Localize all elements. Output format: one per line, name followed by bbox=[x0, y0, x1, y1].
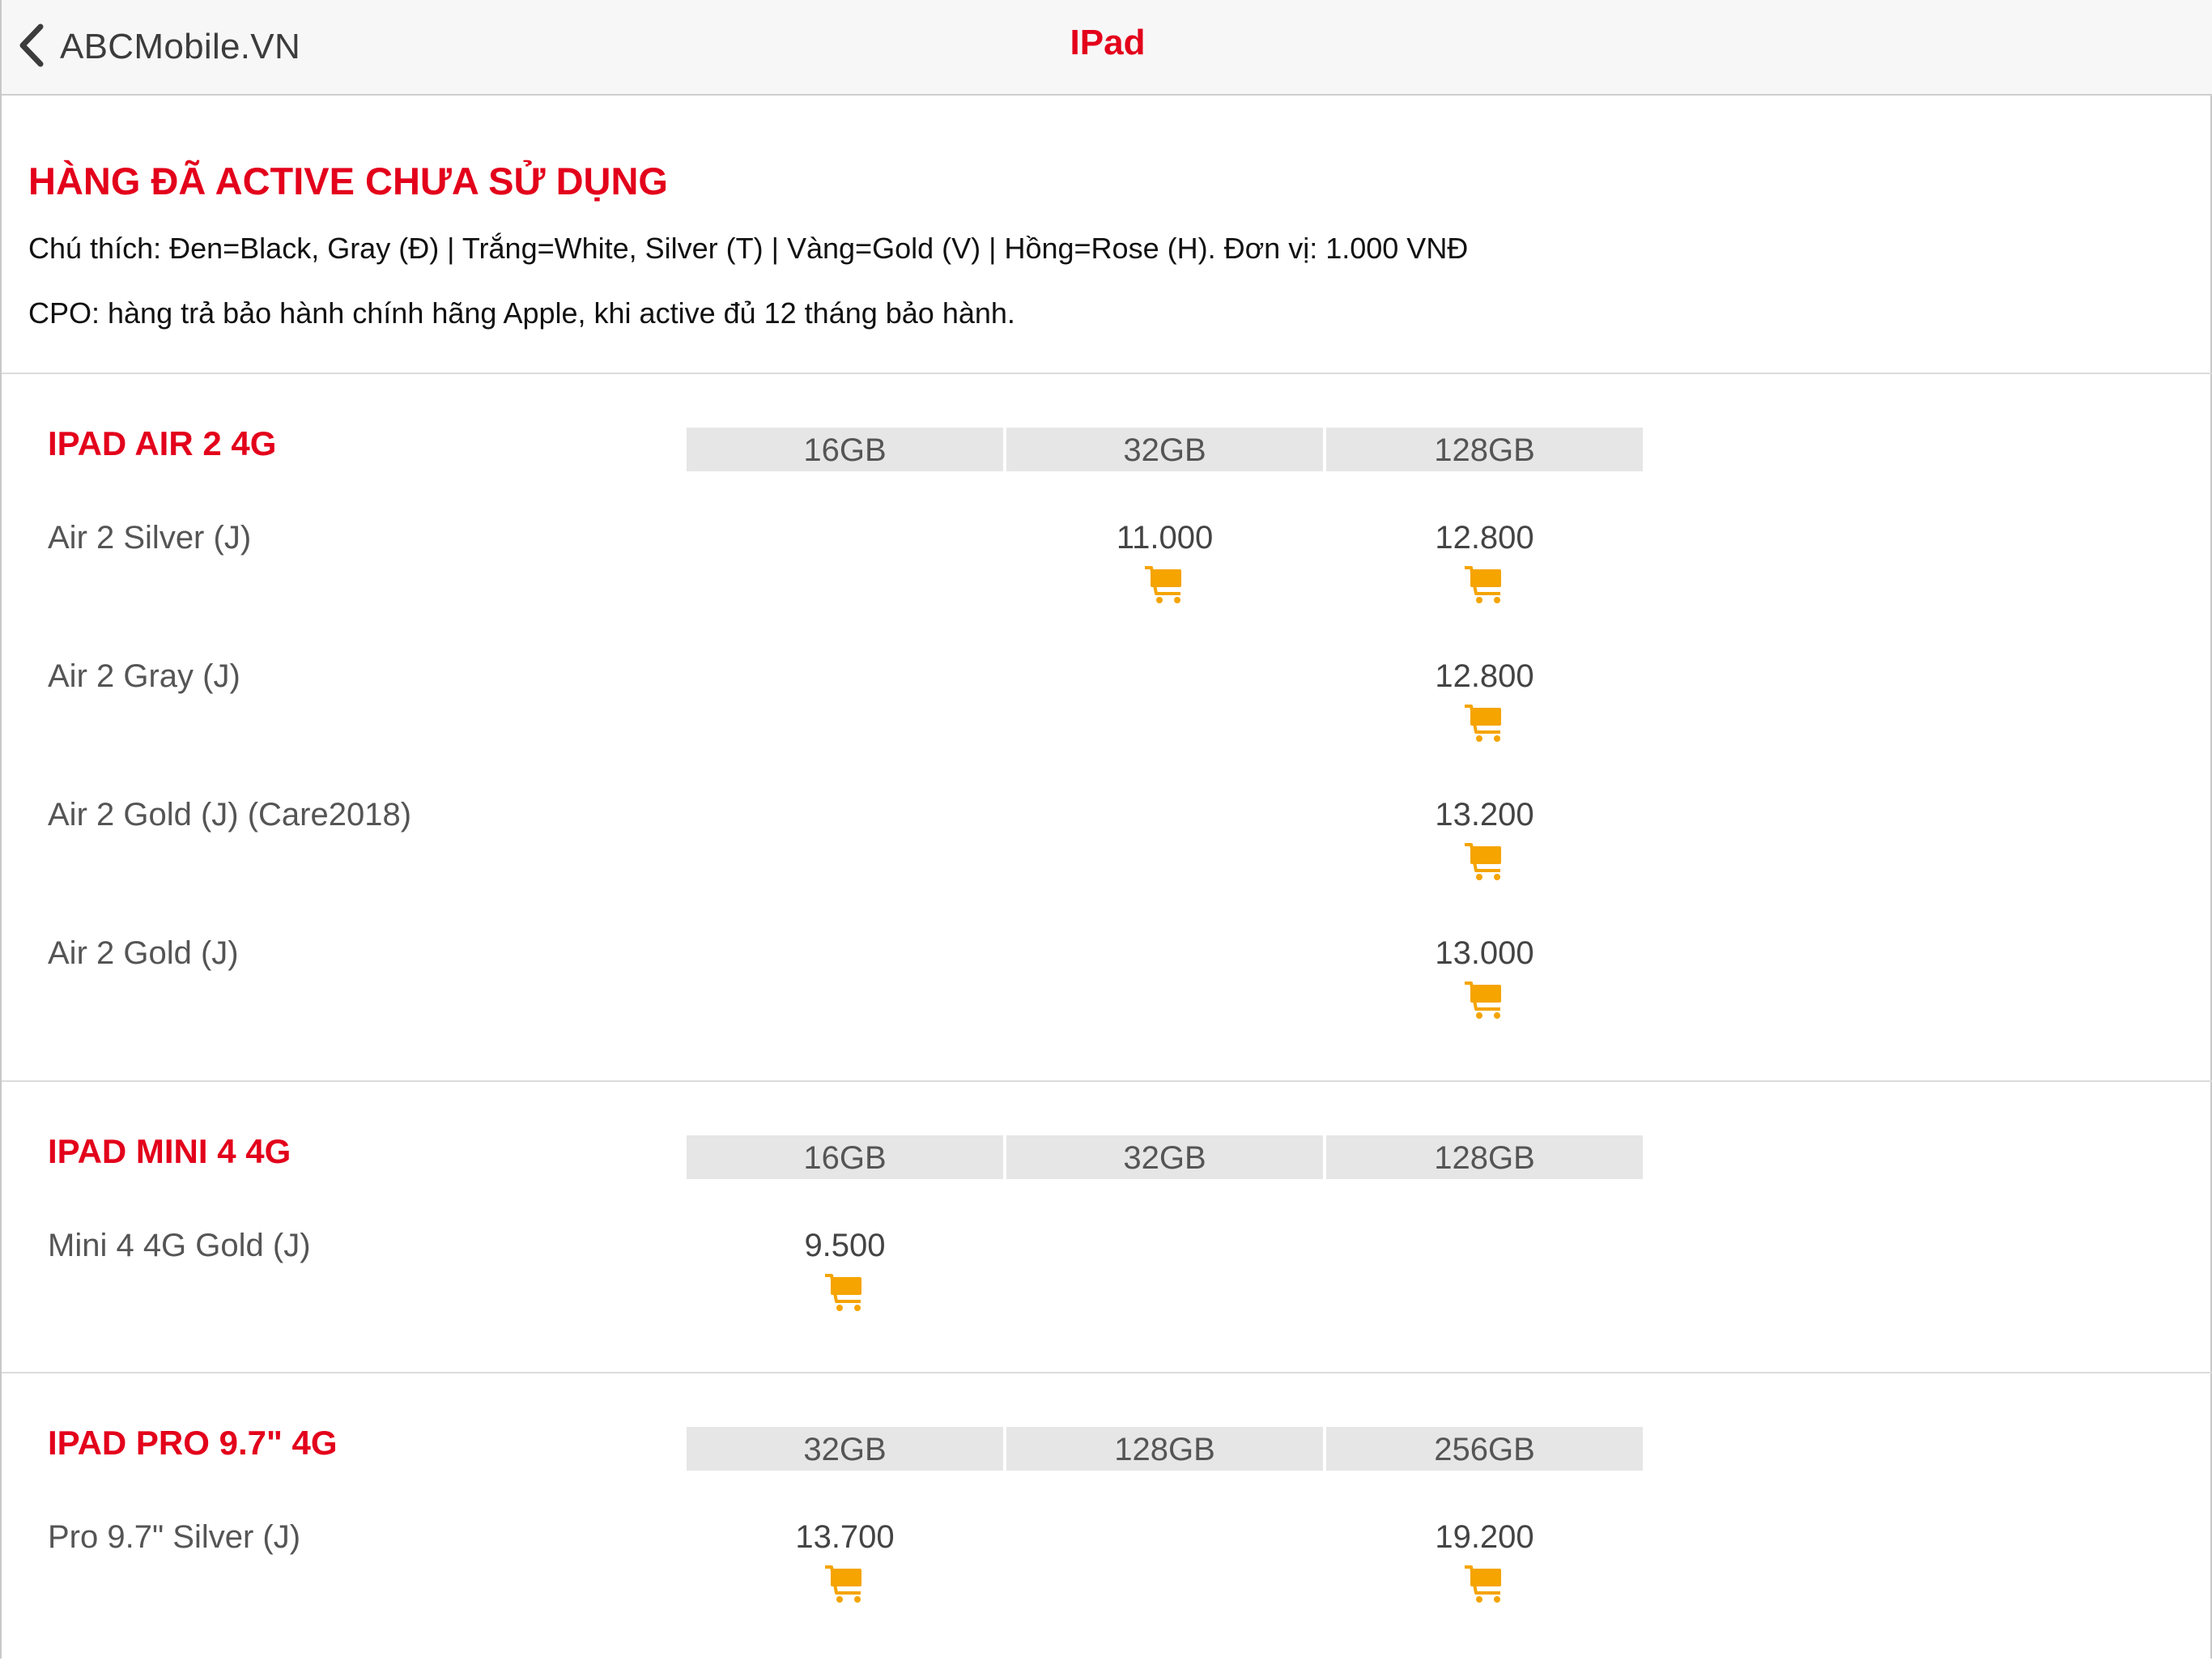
price-cell: 11.000 bbox=[1006, 520, 1323, 617]
capacity-column-header: 16GB bbox=[687, 428, 1003, 471]
cart-icon[interactable] bbox=[1463, 703, 1507, 743]
product-name: Mini 4 4G Gold (J) bbox=[48, 1228, 311, 1263]
cart-icon[interactable] bbox=[1143, 564, 1187, 605]
cart-icon[interactable] bbox=[1463, 841, 1507, 882]
product-row: Air 2 Silver (J) 11.000 12.800 bbox=[2, 512, 2212, 650]
capacity-column-header: 16GB bbox=[687, 1135, 1003, 1179]
product-row: Pro 9.7" Silver (J) 13.700 19.200 bbox=[2, 1511, 2212, 1650]
price-value: 11.000 bbox=[1116, 520, 1214, 556]
price-value: 9.500 bbox=[804, 1228, 886, 1263]
capacity-column-header: 32GB bbox=[1006, 428, 1323, 471]
price-cell: 13.000 bbox=[1326, 935, 1643, 1033]
capacity-column-header: 32GB bbox=[1006, 1135, 1323, 1179]
cart-icon[interactable] bbox=[1463, 1564, 1507, 1604]
price-value: 12.800 bbox=[1435, 520, 1534, 556]
price-cell: 9.500 bbox=[687, 1228, 1003, 1325]
price-cell: 13.700 bbox=[687, 1519, 1003, 1616]
navigation-bar: ABCMobile.VN IPad bbox=[2, 0, 2212, 96]
price-cell: 13.200 bbox=[1326, 797, 1643, 894]
product-section-ipad-mini-4: IPAD MINI 4 4G 16GB 32GB 128GB Mini 4 4G… bbox=[2, 1082, 2212, 1373]
product-name: Air 2 Silver (J) bbox=[48, 520, 252, 556]
page-title: IPad bbox=[1070, 23, 1146, 62]
product-name: Pro 9.7" Silver (J) bbox=[48, 1519, 301, 1555]
price-cell: 19.200 bbox=[1326, 1519, 1643, 1616]
price-value: 19.200 bbox=[1435, 1519, 1534, 1555]
product-section-ipad-pro-9-7: IPAD PRO 9.7" 4G 32GB 128GB 256GB Pro 9.… bbox=[2, 1373, 2212, 1665]
cart-icon[interactable] bbox=[823, 1564, 867, 1604]
product-name: Air 2 Gold (J) bbox=[48, 935, 239, 971]
color-legend-note: Chú thích: Đen=Black, Gray (Đ) | Trắng=W… bbox=[28, 232, 1469, 265]
capacity-column-header: 128GB bbox=[1006, 1427, 1323, 1471]
intro-panel: HÀNG ĐÃ ACTIVE CHƯA SỬ DỤNG Chú thích: Đ… bbox=[2, 96, 2212, 374]
price-value: 13.000 bbox=[1435, 935, 1534, 971]
product-name: Air 2 Gold (J) (Care2018) bbox=[48, 797, 412, 832]
product-name: Air 2 Gray (J) bbox=[48, 658, 240, 694]
price-cell: 12.800 bbox=[1326, 520, 1643, 617]
capacity-header: 32GB 128GB 256GB bbox=[687, 1427, 1646, 1471]
product-section-ipad-air-2: IPAD AIR 2 4G 16GB 32GB 128GB Air 2 Silv… bbox=[2, 374, 2212, 1082]
price-value: 12.800 bbox=[1435, 658, 1534, 694]
product-row: Air 2 Gray (J) 12.800 bbox=[2, 650, 2212, 789]
price-cell: 12.800 bbox=[1326, 658, 1643, 756]
capacity-header: 16GB 32GB 128GB bbox=[687, 428, 1646, 471]
capacity-column-header: 32GB bbox=[687, 1427, 1003, 1471]
price-value: 13.200 bbox=[1435, 797, 1534, 832]
intro-title: HÀNG ĐÃ ACTIVE CHƯA SỬ DỤNG bbox=[28, 160, 668, 202]
section-title: IPAD AIR 2 4G bbox=[48, 424, 277, 462]
capacity-header: 16GB 32GB 128GB bbox=[687, 1135, 1646, 1179]
cart-icon[interactable] bbox=[1463, 980, 1507, 1020]
section-title: IPAD MINI 4 4G bbox=[48, 1132, 291, 1170]
cart-icon[interactable] bbox=[823, 1272, 867, 1313]
app-frame: ABCMobile.VN IPad HÀNG ĐÃ ACTIVE CHƯA SỬ… bbox=[0, 0, 2212, 1659]
cart-icon[interactable] bbox=[1463, 564, 1507, 605]
product-row: Air 2 Gold (J) 13.000 bbox=[2, 927, 2212, 1066]
cpo-note: CPO: hàng trả bảo hành chính hãng Apple,… bbox=[28, 296, 1015, 330]
price-value: 13.700 bbox=[795, 1519, 895, 1555]
capacity-column-header: 128GB bbox=[1326, 1135, 1643, 1179]
section-title: IPAD PRO 9.7" 4G bbox=[48, 1424, 338, 1462]
capacity-column-header: 128GB bbox=[1326, 428, 1643, 471]
product-row: Mini 4 4G Gold (J) 9.500 bbox=[2, 1220, 2212, 1358]
capacity-column-header: 256GB bbox=[1326, 1427, 1643, 1471]
product-row: Air 2 Gold (J) (Care2018) 13.200 bbox=[2, 789, 2212, 927]
